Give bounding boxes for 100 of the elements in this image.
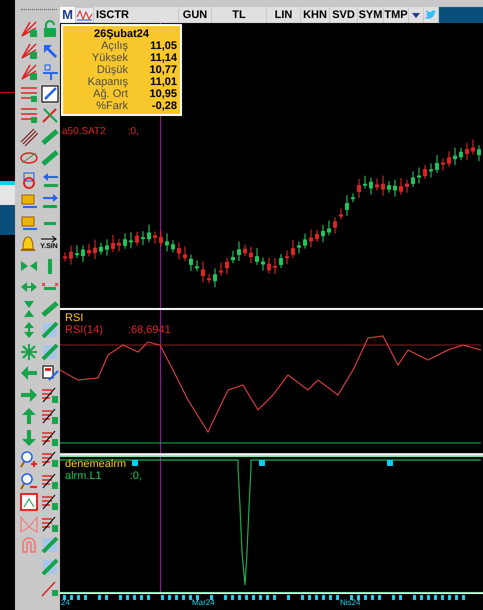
line-tool-icon[interactable] [40, 407, 58, 425]
candlestick [243, 244, 247, 257]
info-label: Ağ. Ort [92, 88, 128, 100]
pencil-icon[interactable] [40, 84, 58, 102]
line-tool-icon[interactable] [40, 472, 58, 490]
marker-square [132, 460, 138, 466]
candlestick [465, 142, 469, 161]
line-tool-icon[interactable] [40, 514, 58, 532]
candlestick [369, 177, 373, 195]
candlestick [177, 242, 181, 260]
candlestick [285, 250, 289, 265]
candlestick [69, 245, 73, 266]
dropdown-caret-icon[interactable] [409, 7, 423, 23]
candlestick [333, 216, 337, 234]
chart-wave-icon[interactable] [76, 8, 93, 22]
candlestick [321, 224, 325, 243]
candlestick [411, 170, 415, 188]
fan-icon[interactable] [20, 42, 38, 60]
zoom-in-icon[interactable] [20, 450, 38, 468]
candlestick [459, 147, 463, 161]
date-label: Mar24 [192, 599, 215, 607]
info-label: %Fark [95, 100, 128, 112]
info-label: Yüksek [90, 52, 128, 64]
info-value: 10,95 [149, 88, 177, 100]
candlestick [327, 220, 331, 236]
line-tool-icon[interactable] [40, 493, 58, 511]
toolbar-button[interactable]: ISCTR [94, 7, 178, 23]
arrow-left-bar-icon[interactable] [40, 170, 58, 188]
candlestick [357, 178, 361, 198]
toolbar-button[interactable]: SYM [358, 7, 383, 23]
candlestick [477, 144, 481, 162]
series-label: a50.SAT2 [62, 125, 106, 139]
candlestick [387, 180, 391, 194]
chart-frame-icon[interactable] [20, 493, 38, 511]
arrow-right-bar-icon[interactable] [40, 192, 58, 210]
arrow-right-icon [40, 235, 58, 243]
candlestick [111, 234, 115, 252]
candlestick [153, 230, 157, 244]
candlestick [351, 192, 355, 203]
toolbar-button[interactable]: TMP [384, 7, 408, 23]
info-value: 11,01 [150, 76, 177, 88]
candlestick [291, 240, 295, 258]
candlestick [231, 250, 235, 264]
toolbar-button[interactable]: KHN [301, 7, 329, 23]
panel-title: RSI [65, 312, 84, 324]
candlestick [195, 260, 199, 272]
candlestick [201, 260, 205, 283]
candlestick [165, 232, 169, 252]
diagonal-line-icon[interactable] [40, 579, 58, 597]
candlestick [363, 175, 367, 190]
info-label: Açılış [100, 40, 128, 52]
candlestick [87, 243, 91, 257]
candlestick [375, 178, 379, 191]
toolbar-button[interactable]: SVD [330, 7, 357, 23]
box-underline-icon[interactable] [20, 192, 38, 210]
candlestick [297, 240, 301, 254]
candlestick [441, 158, 445, 172]
candlestick [117, 238, 121, 252]
candlestick [141, 230, 145, 246]
candlestick [267, 257, 271, 274]
candlestick [135, 231, 139, 246]
candlestick [453, 147, 457, 166]
fan-icon[interactable] [20, 20, 38, 38]
candlestick [93, 239, 97, 260]
candlestick [237, 240, 241, 262]
candlestick [99, 242, 103, 256]
candlestick [171, 240, 175, 253]
zoom-out-icon[interactable] [20, 472, 38, 490]
info-date: 26Şubat24 [92, 28, 150, 40]
candlestick [273, 257, 277, 274]
diagonal-bar-icon[interactable] [40, 300, 58, 318]
line-tool-icon[interactable] [40, 386, 58, 404]
logo[interactable]: M [60, 7, 75, 23]
candlestick [147, 224, 151, 243]
info-value: 10,77 [149, 64, 177, 76]
candlestick [255, 248, 259, 266]
candlestick [183, 246, 187, 262]
panel-title: denemealrm [65, 458, 126, 470]
info-value: 11,14 [150, 52, 177, 64]
candlestick [381, 175, 385, 196]
candlestick [315, 229, 319, 243]
toolbar-button[interactable]: LIN [267, 7, 300, 23]
candlestick [423, 164, 427, 180]
info-value: 11,05 [150, 40, 177, 52]
candlestick [399, 178, 403, 196]
toolbar-button[interactable]: GUN [179, 7, 211, 23]
candlestick [471, 138, 475, 156]
diagonal-lines-icon[interactable] [20, 128, 38, 146]
toolbar-button[interactable]: TL [212, 7, 266, 23]
candlestick [393, 179, 397, 197]
candlestick [249, 246, 253, 264]
candlestick [405, 179, 409, 194]
box-underline-icon[interactable] [20, 214, 38, 232]
candlestick [435, 154, 439, 174]
bell-icon[interactable] [19, 235, 37, 253]
candlestick [225, 257, 229, 275]
info-label: Düşük [96, 64, 128, 76]
candlestick [429, 162, 433, 178]
line-tool-icon[interactable] [40, 450, 58, 468]
line-tool-icon[interactable] [40, 428, 58, 446]
